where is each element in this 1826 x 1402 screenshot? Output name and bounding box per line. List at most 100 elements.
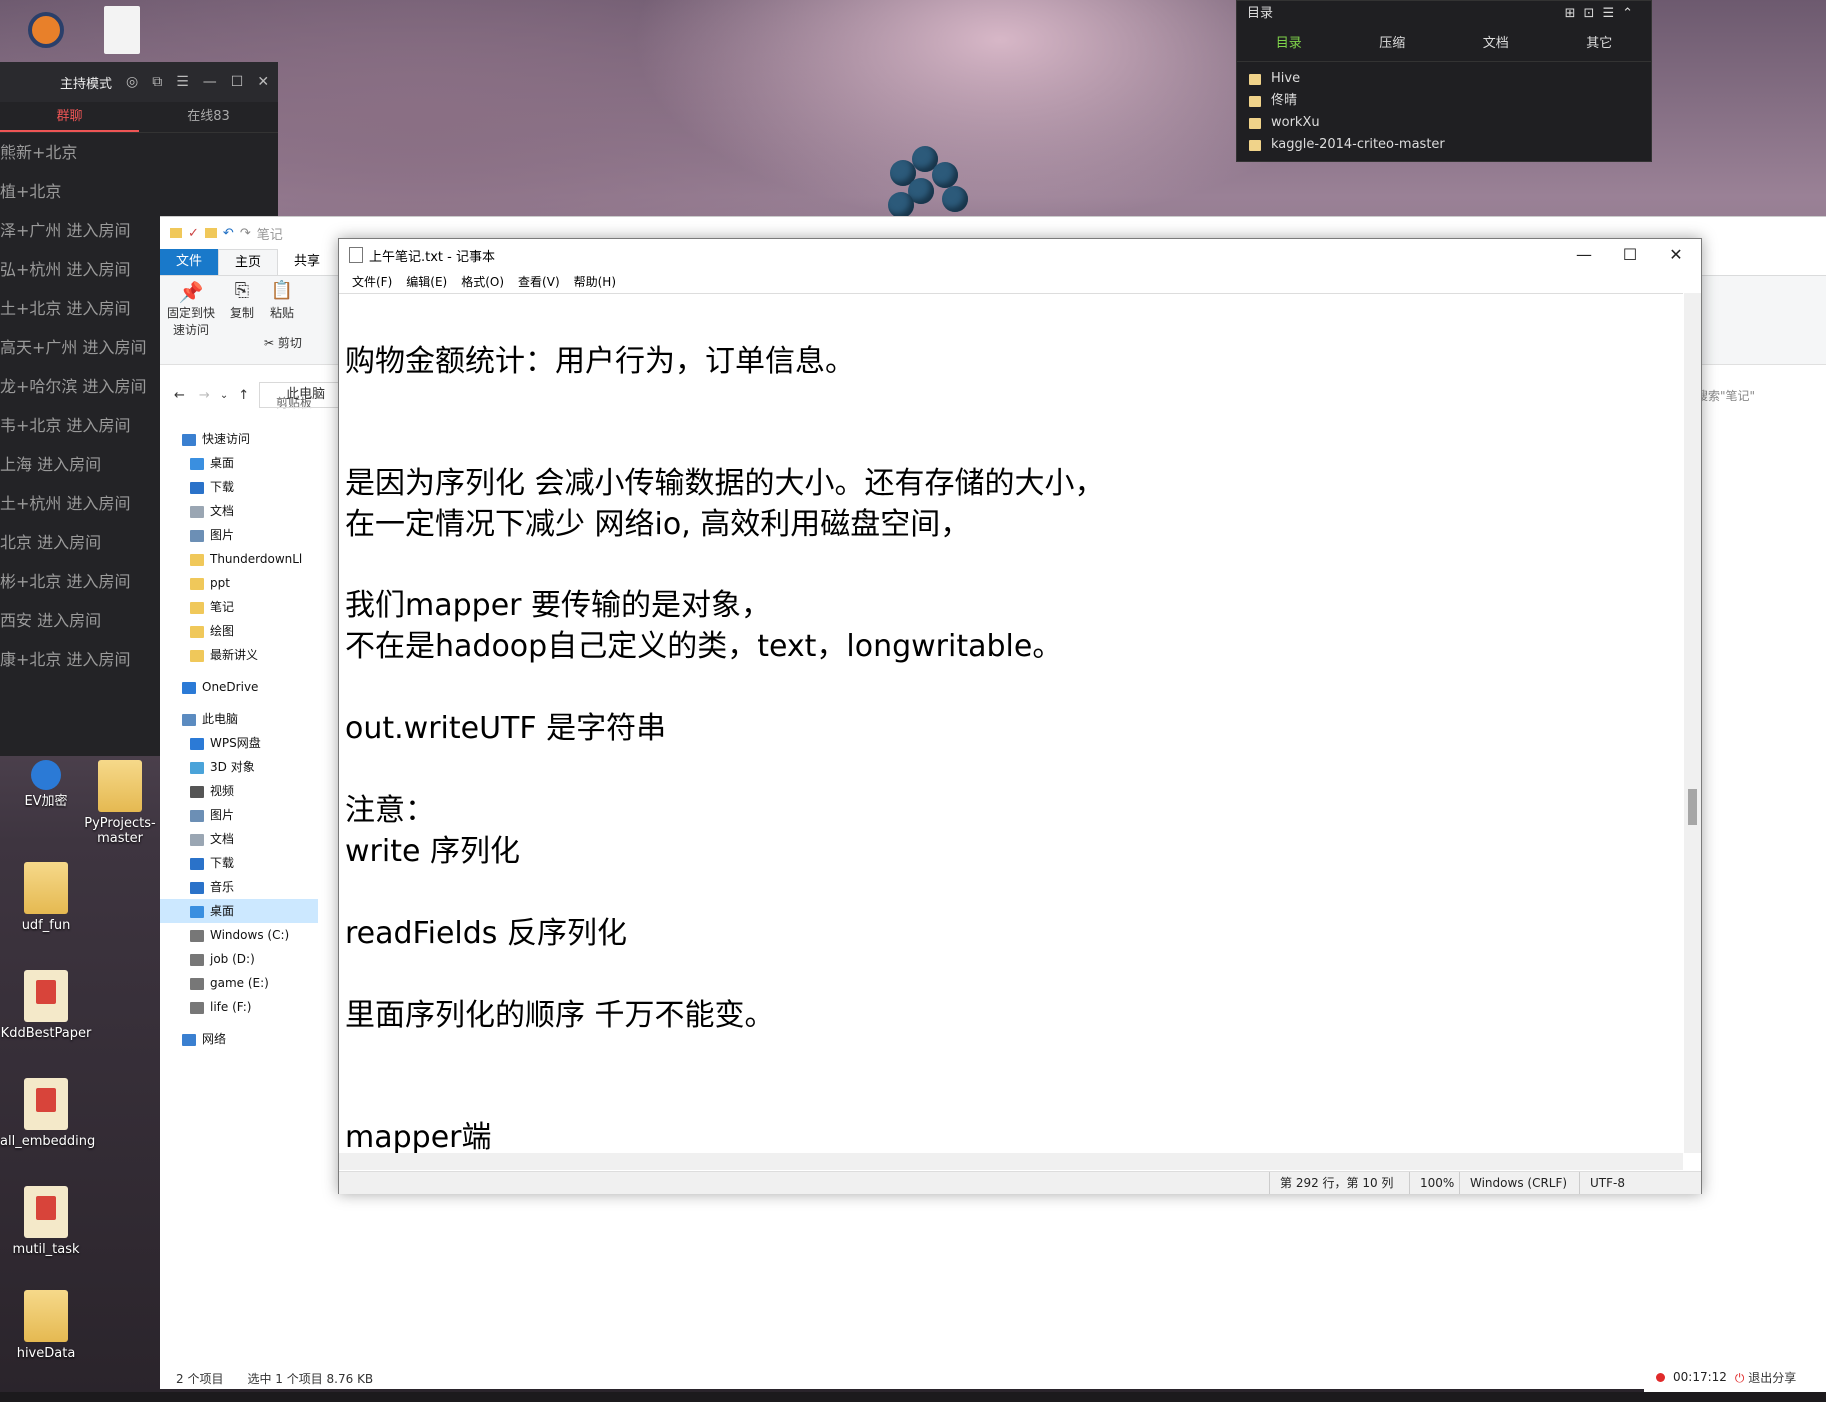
tab-home[interactable]: 主页: [218, 249, 279, 275]
cut-button[interactable]: ✂ 剪切: [264, 334, 324, 351]
minimize-icon[interactable]: —: [203, 74, 217, 90]
navigation-pane: 快速访问 桌面 下载 文档 图片 ThunderdownLl ppt 笔记 绘图 最新讲义 OneD…: [160, 427, 318, 1337]
up-icon[interactable]: ↑: [238, 388, 249, 403]
undo-icon[interactable]: ↶: [223, 226, 234, 241]
dir-tab-other[interactable]: 其它: [1548, 27, 1652, 61]
folder-icon: [24, 862, 68, 914]
nav-item[interactable]: job (D:): [160, 947, 318, 971]
nav-item[interactable]: 文档: [160, 499, 318, 523]
nav-item[interactable]: ThunderdownLl: [160, 547, 318, 571]
power-icon: ⏻: [1734, 1370, 1745, 1385]
close-button[interactable]: ✕: [1653, 239, 1699, 271]
directory-list: Hive 佟晴 workXu kaggle-2014-criteo-master: [1237, 62, 1651, 156]
nav-item[interactable]: 文档: [160, 827, 318, 851]
directory-controls[interactable]: ⊞⊡☰⌃: [1565, 1, 1651, 27]
minimize-button[interactable]: —: [1561, 239, 1607, 271]
nav-item[interactable]: 绘图: [160, 619, 318, 643]
horizontal-scrollbar[interactable]: [339, 1153, 1683, 1170]
search-input[interactable]: 搜索"笔记": [1696, 387, 1820, 404]
chevron-down-icon[interactable]: ⌄: [220, 390, 228, 401]
tab-chat[interactable]: 群聊: [0, 102, 139, 132]
dir-tab-docs[interactable]: 文档: [1444, 27, 1548, 61]
nav-item[interactable]: 3D 对象: [160, 755, 318, 779]
nav-item[interactable]: 下载: [160, 475, 318, 499]
tab-share[interactable]: 共享: [278, 249, 336, 275]
nav-item-label: ThunderdownLl: [210, 552, 303, 566]
properties-icon[interactable]: ✓: [188, 226, 199, 241]
shield-icon: [31, 760, 61, 790]
text-editor[interactable]: 购物金额统计：用户行为，订单信息。 是因为序列化 会减小传输数据的大小。还有存储…: [339, 293, 1683, 1154]
dir-item[interactable]: kaggle-2014-criteo-master: [1237, 134, 1651, 156]
desktop-icon-label: EV加密: [24, 794, 68, 809]
maximize-icon[interactable]: ☐: [231, 74, 244, 90]
nav-item[interactable]: ppt: [160, 571, 318, 595]
dir-item[interactable]: Hive: [1237, 68, 1651, 90]
vertical-scrollbar[interactable]: [1684, 293, 1701, 1153]
dir-item[interactable]: workXu: [1237, 112, 1651, 134]
copy-button[interactable]: ⎘ 复制: [224, 280, 260, 321]
desktop-icon-label: PyProjects-master: [84, 816, 156, 846]
nav-item[interactable]: game (E:): [160, 971, 318, 995]
nav-item[interactable]: 快速访问: [160, 427, 318, 451]
desktop-icon-hivedata[interactable]: hiveData: [0, 1290, 92, 1361]
dir-tab-compress[interactable]: 压缩: [1341, 27, 1445, 61]
text-line: 是因为序列化 会减小传输数据的大小。还有存储的大小，: [345, 466, 1105, 501]
nav-item[interactable]: 桌面: [160, 451, 318, 475]
nav-item[interactable]: WPS网盘: [160, 731, 318, 755]
folder-icon: [170, 228, 182, 238]
dir-tab-catalog[interactable]: 目录: [1237, 27, 1341, 61]
desktop-icon-label: hiveData: [16, 1346, 76, 1361]
nav-item[interactable]: 桌面: [160, 899, 318, 923]
directory-tabs: 目录 压缩 文档 其它: [1237, 27, 1651, 62]
redo-icon[interactable]: ↷: [240, 226, 251, 241]
tab-file[interactable]: 文件: [160, 249, 219, 275]
desktop-icon-pyprojects[interactable]: PyProjects-master: [74, 760, 166, 846]
forward-icon[interactable]: →: [199, 388, 210, 403]
nav-item-label: 文档: [210, 504, 235, 518]
close-icon[interactable]: ✕: [257, 74, 269, 90]
tab-online[interactable]: 在线83: [139, 102, 278, 132]
menu-edit[interactable]: 编辑(E): [399, 271, 454, 293]
nav-item[interactable]: Windows (C:): [160, 923, 318, 947]
desktop-icon: [190, 905, 204, 918]
exit-share-button[interactable]: ⏻ 退出分享: [1735, 1369, 1796, 1386]
nav-item[interactable]: OneDrive: [160, 675, 318, 699]
new-folder-icon[interactable]: [204, 228, 217, 238]
folder-icon: [24, 1290, 68, 1342]
menu-format[interactable]: 格式(O): [454, 271, 511, 293]
drive-icon: [190, 1001, 204, 1014]
menu-help[interactable]: 帮助(H): [567, 271, 623, 293]
desktop-icon-udf-fun[interactable]: udf_fun: [0, 862, 92, 933]
nav-item[interactable]: 网络: [160, 1027, 318, 1051]
nav-item[interactable]: life (F:): [160, 995, 318, 1019]
dir-item[interactable]: 佟晴: [1237, 90, 1651, 112]
nav-item[interactable]: 此电脑: [160, 707, 318, 731]
menu-icon[interactable]: ☰: [176, 74, 189, 90]
file-icon[interactable]: [104, 6, 140, 54]
desktop-icon-mutil-task[interactable]: mutil_task: [0, 1186, 92, 1257]
maximize-button[interactable]: ☐: [1607, 239, 1653, 271]
back-icon[interactable]: ←: [174, 388, 185, 403]
nav-item[interactable]: 下载: [160, 851, 318, 875]
menu-view[interactable]: 查看(V): [511, 271, 567, 293]
paste-button[interactable]: 📋 粘贴: [264, 280, 300, 321]
pin-quick-access-button[interactable]: 📌 固定到快速访问: [166, 280, 216, 338]
notepad-window: 上午笔记.txt - 记事本 — ☐ ✕ 文件(F) 编辑(E) 格式(O) 查…: [338, 238, 1702, 1194]
app-shortcut-icon[interactable]: [28, 12, 64, 48]
popout-icon[interactable]: ⧉: [152, 74, 162, 90]
menu-file[interactable]: 文件(F): [345, 271, 399, 293]
nav-item-label: 下载: [210, 480, 235, 494]
nav-item[interactable]: 最新讲义: [160, 643, 318, 667]
nav-item[interactable]: 笔记: [160, 595, 318, 619]
nav-item[interactable]: 视频: [160, 779, 318, 803]
desktop-icon-label: udf_fun: [21, 918, 71, 933]
nav-item[interactable]: 图片: [160, 523, 318, 547]
picture-icon: [190, 809, 204, 822]
copy-label: 复制: [229, 306, 254, 320]
nav-item[interactable]: 音乐: [160, 875, 318, 899]
desktop-icon-kddbestpaper[interactable]: KddBestPaper: [0, 970, 92, 1041]
settings-icon[interactable]: ◎: [126, 74, 138, 90]
nav-item[interactable]: 图片: [160, 803, 318, 827]
desktop-icon-all-embedding[interactable]: all_embedding: [0, 1078, 95, 1149]
scrollbar-thumb[interactable]: [1688, 789, 1697, 825]
